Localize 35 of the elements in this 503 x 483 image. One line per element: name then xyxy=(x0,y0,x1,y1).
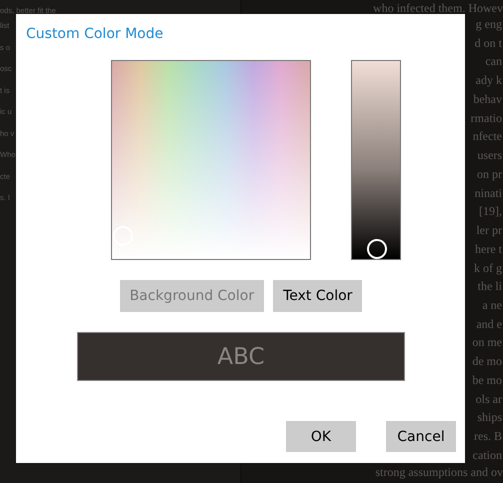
background-text: on me xyxy=(472,336,502,348)
background-text: ady k xyxy=(476,74,502,86)
background-text: and e xyxy=(476,318,502,330)
background-text: ler pr xyxy=(476,224,502,236)
background-text: ships xyxy=(477,411,502,424)
background-text: de mo xyxy=(472,355,502,368)
color-picker[interactable] xyxy=(111,60,311,260)
ok-button[interactable]: OK xyxy=(286,421,356,452)
dialog-title: Custom Color Mode xyxy=(26,26,164,42)
background-text: cation xyxy=(472,448,502,461)
background-text: the li xyxy=(478,280,502,292)
background-text: a ne xyxy=(482,299,502,312)
background-text: here t xyxy=(475,242,502,255)
background-text: can xyxy=(485,55,502,68)
background-text: g eng xyxy=(476,18,502,30)
background-text: behav xyxy=(473,92,502,105)
picker-handle[interactable] xyxy=(113,226,133,246)
background-text: d on t xyxy=(474,36,502,49)
brightness-slider[interactable] xyxy=(351,60,401,260)
mode-button[interactable]: Text Color xyxy=(273,280,362,312)
background-text: ninati xyxy=(474,186,502,199)
background-text: users xyxy=(477,149,502,162)
background-text: be mo xyxy=(472,374,502,386)
background-text: ols ar xyxy=(476,392,502,405)
slider-handle[interactable] xyxy=(367,239,387,259)
background-text: strong assumptions and ov xyxy=(375,466,503,478)
background-text: on pr xyxy=(477,168,502,180)
cancel-button[interactable]: Cancel xyxy=(386,421,456,452)
background-text: k of g xyxy=(474,262,502,274)
background-text: who infected them. Howev xyxy=(373,2,503,14)
preview-text: ABC xyxy=(77,332,405,381)
background-text: nfecte xyxy=(472,130,502,142)
background-text: [19], xyxy=(479,205,502,218)
background-text: res. B xyxy=(474,430,502,442)
background-text: rmatio xyxy=(470,112,502,124)
